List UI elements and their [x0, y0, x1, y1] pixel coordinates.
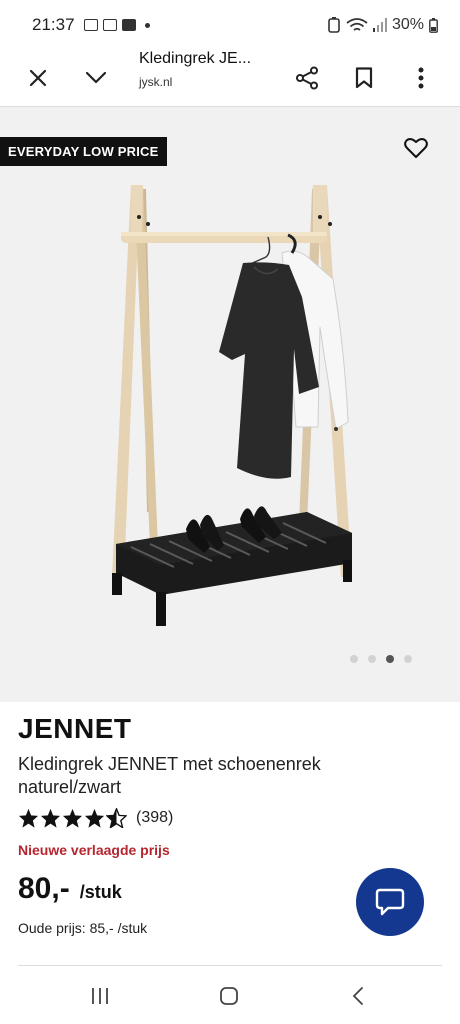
product-rating[interactable]: (398) [18, 808, 173, 828]
news-notification-icon [102, 19, 117, 31]
more-notifications-icon [144, 22, 150, 28]
product-title: Kledingrek JENNET met schoenenrek nature… [18, 754, 321, 797]
close-button[interactable] [21, 61, 55, 95]
product-brand: JENNET [18, 713, 132, 744]
review-count: (398) [136, 809, 174, 826]
promo-label: Nieuwe verlaagde prijs [18, 842, 170, 858]
linkedin-notification-icon [121, 19, 136, 31]
everyday-low-price-badge: EVERYDAY LOW PRICE [0, 137, 167, 166]
price: 80,- /stuk [18, 872, 122, 906]
star-rating [18, 808, 127, 828]
close-icon [29, 69, 47, 87]
bookmark-button[interactable] [347, 61, 381, 95]
content-divider [18, 965, 442, 966]
carousel-dot[interactable] [404, 655, 412, 663]
home-button[interactable] [214, 982, 244, 1010]
favorite-button[interactable] [404, 137, 432, 163]
status-time: 21:37 [32, 15, 75, 34]
more-options-button[interactable] [404, 61, 438, 95]
status-bar: 21:37 30% [0, 0, 460, 50]
star-full-icon [62, 808, 83, 828]
carousel-dots[interactable] [350, 655, 412, 663]
share-button[interactable] [290, 61, 324, 95]
collapse-button[interactable] [79, 61, 113, 95]
battery-saver-icon [328, 17, 340, 33]
wifi-icon [346, 18, 368, 31]
recent-apps-button[interactable] [85, 982, 115, 1010]
chat-icon [375, 888, 405, 916]
battery-percent: 30% [391, 16, 424, 33]
product-image-carousel[interactable]: EVERYDAY LOW PRICE [0, 107, 460, 702]
heart-icon [404, 138, 428, 158]
home-icon [220, 987, 238, 1005]
system-navigation-bar [0, 968, 460, 1024]
chat-button[interactable] [356, 868, 424, 936]
price-unit: /stuk [79, 882, 122, 902]
bookmark-icon [355, 67, 373, 89]
star-half-icon [106, 808, 127, 828]
back-icon [352, 987, 363, 1005]
carousel-dot-active[interactable] [386, 655, 394, 663]
url-block[interactable]: Kledingrek JE... jysk.nl [139, 50, 251, 89]
carousel-dot[interactable] [368, 655, 376, 663]
recent-apps-icon [92, 988, 108, 1004]
product-image [112, 185, 352, 626]
old-price: Oude prijs: 85,- /stuk [18, 920, 148, 936]
notification-icons [83, 19, 150, 31]
battery-icon [429, 17, 438, 33]
star-full-icon [18, 808, 39, 828]
price-value: 80,- [18, 872, 70, 905]
star-full-icon [84, 808, 105, 828]
page-title: Kledingrek JE... [139, 50, 252, 67]
share-icon [296, 66, 318, 90]
carousel-dot[interactable] [350, 655, 358, 663]
chevron-down-icon [85, 71, 107, 84]
more-vertical-icon [418, 67, 424, 89]
image-notification-icon [83, 19, 98, 31]
status-right: 30% [327, 16, 438, 34]
browser-toolbar: Kledingrek JE... jysk.nl [0, 50, 460, 106]
back-button[interactable] [343, 982, 373, 1010]
signal-icon [372, 18, 387, 32]
star-full-icon [40, 808, 61, 828]
page-host: jysk.nl [139, 75, 173, 89]
